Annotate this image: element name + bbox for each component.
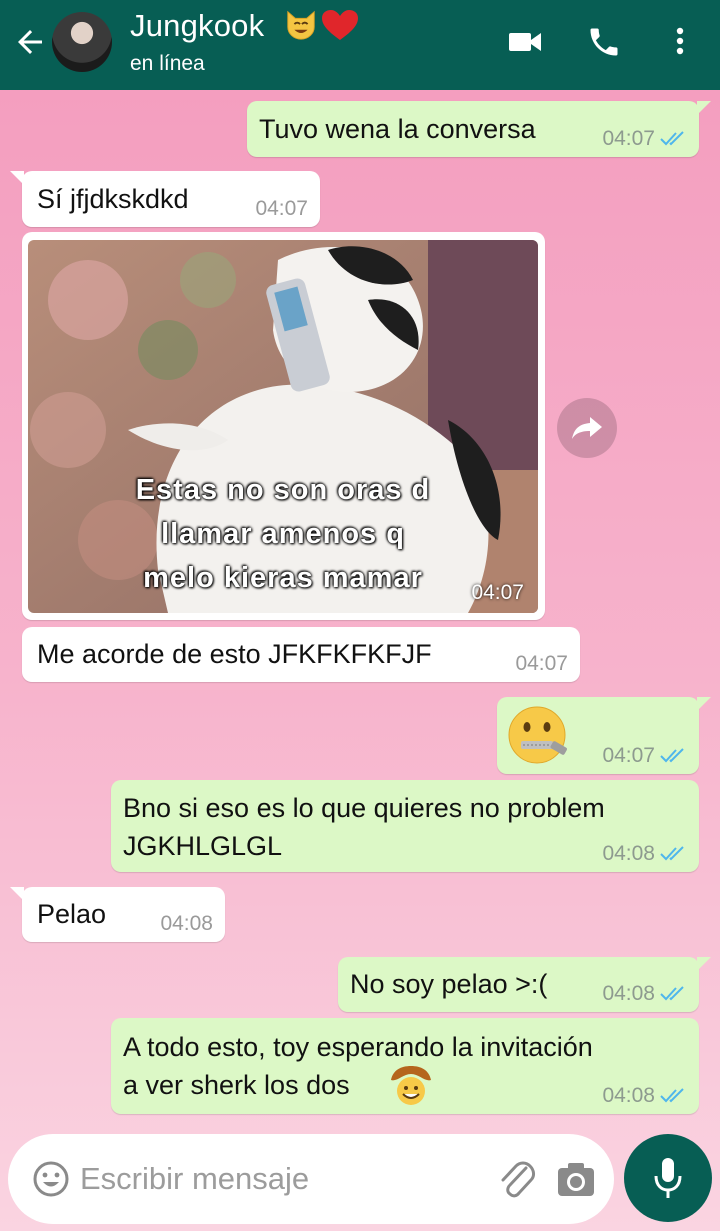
message-time: 04:07 bbox=[255, 197, 308, 220]
message-text: Bno si eso es lo que quieres no problem … bbox=[123, 793, 605, 861]
cat-face-emoji bbox=[287, 10, 315, 40]
image-caption: Estas no son oras d llamar amenos q melo… bbox=[135, 474, 431, 594]
message-bubble-incoming[interactable]: Me acorde de esto JFKFKFKFJF 04:07 bbox=[22, 627, 580, 682]
cowboy-face-emoji bbox=[391, 1066, 431, 1105]
message-bubble-outgoing[interactable]: 04:07 bbox=[497, 697, 711, 774]
message-time: 04:07 bbox=[602, 127, 655, 150]
message-bubble-incoming[interactable]: Sí jfjdkskdkd 04:07 bbox=[10, 171, 320, 227]
message-text: Tuvo wena la conversa bbox=[259, 114, 536, 144]
more-options-icon[interactable] bbox=[660, 24, 700, 60]
red-heart-emoji bbox=[322, 10, 358, 40]
message-bubble-outgoing[interactable]: Bno si eso es lo que quieres no problem … bbox=[111, 780, 699, 872]
camera-icon[interactable] bbox=[556, 1160, 596, 1198]
message-meta: 04:08 bbox=[602, 1084, 687, 1108]
forward-button[interactable] bbox=[557, 398, 617, 458]
message-meta: 04:08 bbox=[602, 982, 687, 1006]
image-message[interactable]: Estas no son oras d llamar amenos q melo… bbox=[22, 232, 545, 620]
message-text: A todo esto, toy esperando la invitación… bbox=[123, 1032, 593, 1100]
message-time: 04:07 bbox=[602, 744, 655, 767]
cat-phone-photo[interactable]: Estas no son oras d llamar amenos q melo… bbox=[28, 240, 538, 613]
read-receipt-icon bbox=[660, 1088, 684, 1103]
message-bubble-outgoing[interactable]: No soy pelao >:( 04:08 bbox=[338, 957, 711, 1012]
message-bubble-outgoing[interactable]: A todo esto, toy esperando la invitación… bbox=[111, 1018, 699, 1114]
message-time: 04:08 bbox=[602, 842, 655, 865]
forward-icon bbox=[572, 417, 602, 439]
message-text: Sí jfjdkskdkd bbox=[37, 184, 189, 214]
contact-status: en línea bbox=[130, 52, 205, 75]
message-input[interactable] bbox=[80, 1152, 480, 1206]
read-receipt-icon bbox=[660, 748, 684, 763]
message-time: 04:08 bbox=[160, 912, 213, 935]
chat-header: Jungkook en línea bbox=[0, 0, 720, 90]
message-meta: 04:07 bbox=[255, 197, 308, 221]
message-meta: 04:08 bbox=[160, 912, 213, 936]
message-bubble-outgoing[interactable]: Tuvo wena la conversa 04:07 bbox=[247, 101, 711, 157]
message-meta: 04:07 bbox=[602, 127, 687, 151]
message-meta: 04:08 bbox=[602, 842, 687, 866]
message-time: 04:08 bbox=[602, 1084, 655, 1107]
video-call-icon[interactable] bbox=[505, 24, 545, 60]
zipper-mouth-face-emoji bbox=[508, 706, 567, 764]
message-composer bbox=[8, 1134, 614, 1224]
phone-icon[interactable] bbox=[584, 24, 624, 60]
read-receipt-icon bbox=[660, 986, 684, 1001]
message-meta: 04:07 bbox=[602, 744, 687, 768]
message-time: 04:07 bbox=[471, 581, 524, 604]
attach-icon[interactable] bbox=[496, 1158, 536, 1200]
back-arrow-icon[interactable] bbox=[12, 24, 48, 60]
mic-button[interactable] bbox=[624, 1134, 712, 1222]
message-text: Pelao bbox=[37, 899, 107, 929]
mic-icon bbox=[654, 1158, 682, 1198]
contact-name[interactable]: Jungkook bbox=[130, 8, 264, 44]
emoji-icon[interactable] bbox=[32, 1160, 70, 1198]
avatar[interactable] bbox=[52, 12, 112, 72]
message-meta: 04:07 bbox=[515, 652, 568, 676]
read-receipt-icon bbox=[660, 846, 684, 861]
message-time: 04:08 bbox=[602, 982, 655, 1005]
read-receipt-icon bbox=[660, 131, 684, 146]
message-text: No soy pelao >:( bbox=[350, 969, 548, 999]
message-time: 04:07 bbox=[515, 652, 568, 675]
message-text: Me acorde de esto JFKFKFKFJF bbox=[37, 639, 432, 669]
message-bubble-incoming[interactable]: Pelao 04:08 bbox=[10, 887, 225, 942]
